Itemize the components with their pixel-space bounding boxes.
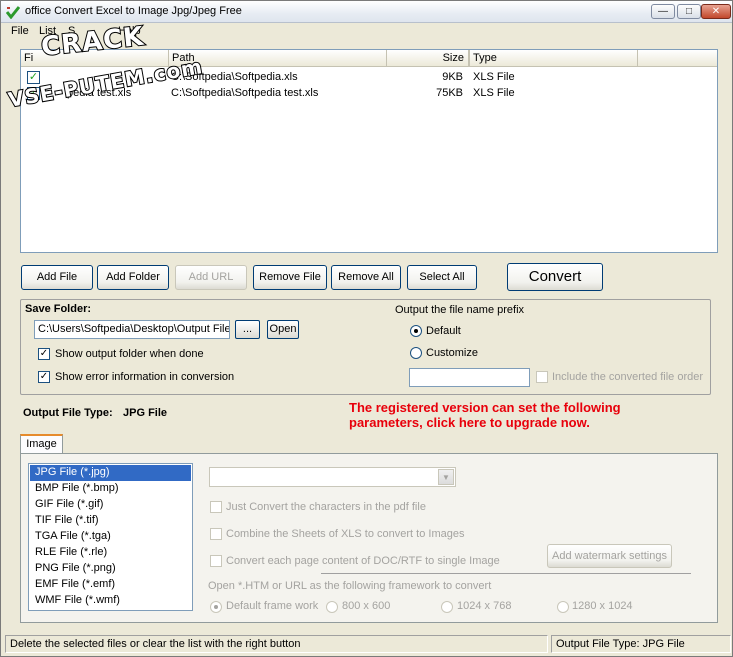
output-type-label: Output File Type: <box>23 407 113 419</box>
type-item-tga[interactable]: TGA File (*.tga) <box>30 529 191 545</box>
type-item-jpg[interactable]: JPG File (*.jpg) <box>30 465 191 481</box>
framework-1024-radio[interactable] <box>441 601 453 613</box>
convert-button[interactable]: Convert <box>507 263 603 291</box>
column-header-type[interactable]: Type <box>470 50 638 67</box>
framework-1024-label: 1024 x 768 <box>457 600 512 612</box>
add-file-button[interactable]: Add File <box>21 265 93 290</box>
tab-image[interactable]: Image <box>20 434 63 454</box>
type-item-wmf[interactable]: WMF File (*.wmf) <box>30 593 191 609</box>
type-item-tif[interactable]: TIF File (*.tif) <box>30 513 191 529</box>
add-folder-button[interactable]: Add Folder <box>97 265 169 290</box>
save-folder-path-field[interactable]: C:\Users\Softpedia\Desktop\Output Files <box>34 320 230 339</box>
window-title: office Convert Excel to Image Jpg/Jpeg F… <box>25 5 242 17</box>
add-watermark-settings-button[interactable]: Add watermark settings <box>547 544 672 568</box>
prefix-default-label: Default <box>426 325 461 337</box>
watermark-line-2: VSE-PUTEM.com <box>5 53 205 113</box>
upgrade-link-line-2[interactable]: parameters, click here to upgrade now. <box>349 415 590 430</box>
output-type-list[interactable]: JPG File (*.jpg) BMP File (*.bmp) GIF Fi… <box>28 463 193 611</box>
framework-800-label: 800 x 600 <box>342 600 391 612</box>
show-error-label: Show error information in conversion <box>55 371 235 383</box>
prefix-customize-radio[interactable] <box>410 347 422 359</box>
quality-combo[interactable]: ▼ <box>209 467 456 487</box>
minimize-button[interactable]: — <box>651 4 675 19</box>
prefix-default-radio[interactable] <box>410 325 422 337</box>
remove-all-button[interactable]: Remove All <box>331 265 401 290</box>
watermark-line-1: CRACK <box>39 21 147 64</box>
framework-label: Open *.HTM or URL as the following frame… <box>208 580 492 592</box>
prefix-title: Output the file name prefix <box>395 304 525 316</box>
prefix-input[interactable] <box>409 368 530 387</box>
type-item-rle[interactable]: RLE File (*.rle) <box>30 545 191 561</box>
divider <box>321 573 691 574</box>
type-item-png[interactable]: PNG File (*.png) <box>30 561 191 577</box>
convert-each-page-checkbox[interactable] <box>210 555 222 567</box>
remove-file-button[interactable]: Remove File <box>253 265 327 290</box>
convert-each-page-label: Convert each page content of DOC/RTF to … <box>226 555 500 567</box>
combine-sheets-checkbox[interactable] <box>210 528 222 540</box>
open-folder-button[interactable]: Open <box>267 320 299 339</box>
chevron-down-icon[interactable]: ▼ <box>438 469 454 485</box>
framework-1280-radio[interactable] <box>557 601 569 613</box>
browse-button[interactable]: ... <box>235 320 260 339</box>
file-row-path: C:\Softpedia\Softpedia test.xls <box>171 87 319 99</box>
column-header-size[interactable]: Size <box>386 50 470 67</box>
type-item-bmp[interactable]: BMP File (*.bmp) <box>30 481 191 497</box>
include-order-checkbox[interactable] <box>536 371 548 383</box>
close-button[interactable]: ✕ <box>701 4 731 19</box>
prefix-customize-label: Customize <box>426 347 478 359</box>
select-all-button[interactable]: Select All <box>407 265 477 290</box>
just-convert-checkbox[interactable] <box>210 501 222 513</box>
app-window: office Convert Excel to Image Jpg/Jpeg F… <box>0 0 733 657</box>
show-output-folder-label: Show output folder when done <box>55 348 204 360</box>
output-type-value: JPG File <box>123 407 168 419</box>
framework-800-radio[interactable] <box>326 601 338 613</box>
add-url-button[interactable]: Add URL <box>175 265 247 290</box>
file-row-type: XLS File <box>473 87 515 99</box>
file-row-size: 75KB <box>436 87 463 99</box>
save-folder-label: Save Folder: <box>25 303 92 315</box>
title-bar[interactable]: office Convert Excel to Image Jpg/Jpeg F… <box>1 1 732 23</box>
framework-default-label: Default frame work <box>226 600 319 612</box>
status-output-type: Output File Type: JPG File <box>551 635 731 653</box>
status-message: Delete the selected files or clear the l… <box>5 635 548 653</box>
app-icon <box>6 6 20 19</box>
show-output-folder-checkbox[interactable]: ✓ <box>38 348 50 360</box>
file-row-type: XLS File <box>473 71 515 83</box>
type-item-emf[interactable]: EMF File (*.emf) <box>30 577 191 593</box>
just-convert-label: Just Convert the characters in the pdf f… <box>226 501 426 513</box>
show-error-checkbox[interactable]: ✓ <box>38 371 50 383</box>
include-order-label: Include the converted file order <box>552 371 704 383</box>
combine-sheets-label: Combine the Sheets of XLS to convert to … <box>226 528 465 540</box>
maximize-button[interactable]: □ <box>677 4 701 19</box>
type-item-gif[interactable]: GIF File (*.gif) <box>30 497 191 513</box>
upgrade-link-line-1[interactable]: The registered version can set the follo… <box>349 400 621 415</box>
framework-1280-label: 1280 x 1024 <box>572 600 633 612</box>
framework-default-radio[interactable] <box>210 601 222 613</box>
watermark-overlay: CRACK VSE-PUTEM.com <box>3 21 205 115</box>
file-row-size: 9KB <box>442 71 463 83</box>
